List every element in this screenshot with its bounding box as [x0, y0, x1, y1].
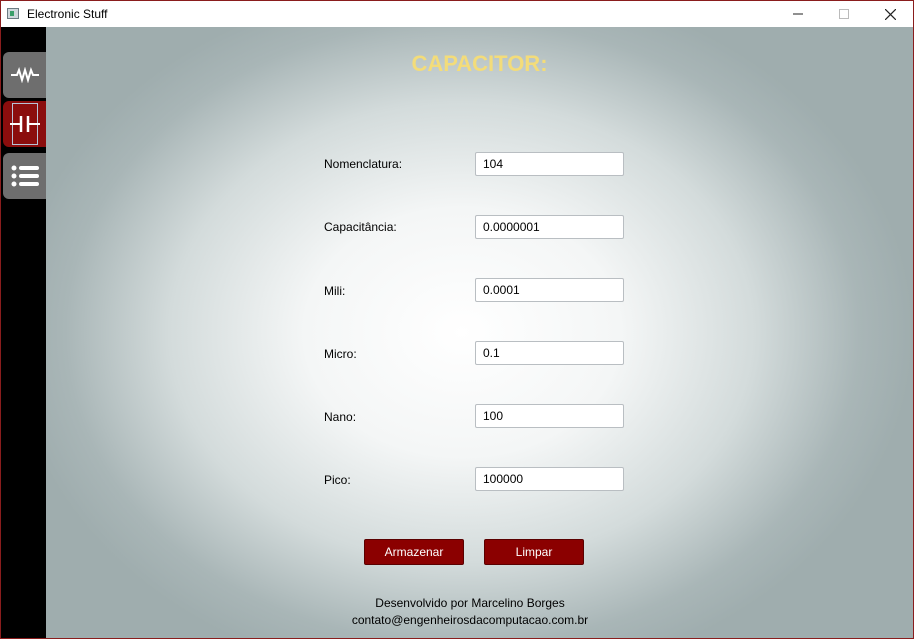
list-icon: [11, 165, 39, 187]
sidebar: [1, 27, 46, 638]
close-icon: [884, 8, 896, 20]
micro-label: Micro:: [324, 347, 357, 361]
app-icon: [7, 8, 19, 19]
app-window: Electronic Stuff CAPACITOR: Nomenclatura…: [0, 0, 914, 639]
window-title: Electronic Stuff: [27, 7, 108, 21]
sidebar-item-list[interactable]: [3, 153, 46, 199]
nano-input[interactable]: [475, 404, 624, 428]
nano-label: Nano:: [324, 410, 357, 424]
footer-contact: contato@engenheirosdacomputacao.com.br: [351, 613, 589, 627]
pico-label: Pico:: [324, 473, 351, 487]
capacitancia-label: Capacitância:: [324, 220, 397, 234]
nomenclatura-input[interactable]: [475, 152, 624, 176]
clear-button[interactable]: Limpar: [484, 539, 584, 565]
nomenclatura-label: Nomenclatura:: [324, 157, 403, 171]
mili-input[interactable]: [475, 278, 624, 302]
sidebar-item-resistor[interactable]: [3, 52, 46, 98]
mili-label: Mili:: [324, 284, 346, 298]
minimize-button[interactable]: [775, 1, 821, 27]
main-panel: CAPACITOR: Nomenclatura: Capacitância: M…: [46, 27, 913, 638]
minimize-icon: [793, 13, 803, 15]
page-title: CAPACITOR:: [411, 51, 548, 76]
capacitancia-input[interactable]: [475, 215, 624, 239]
footer-credit: Desenvolvido por Marcelino Borges: [375, 596, 565, 610]
close-button[interactable]: [867, 1, 913, 27]
resistor-icon: [10, 67, 39, 83]
maximize-button[interactable]: [821, 1, 867, 27]
micro-input[interactable]: [475, 341, 624, 365]
title-bar[interactable]: Electronic Stuff: [1, 1, 913, 27]
maximize-icon: [839, 9, 849, 19]
pico-input[interactable]: [475, 467, 624, 491]
store-button[interactable]: Armazenar: [364, 539, 464, 565]
sidebar-item-capacitor[interactable]: [3, 101, 46, 147]
capacitor-icon: [9, 116, 40, 132]
